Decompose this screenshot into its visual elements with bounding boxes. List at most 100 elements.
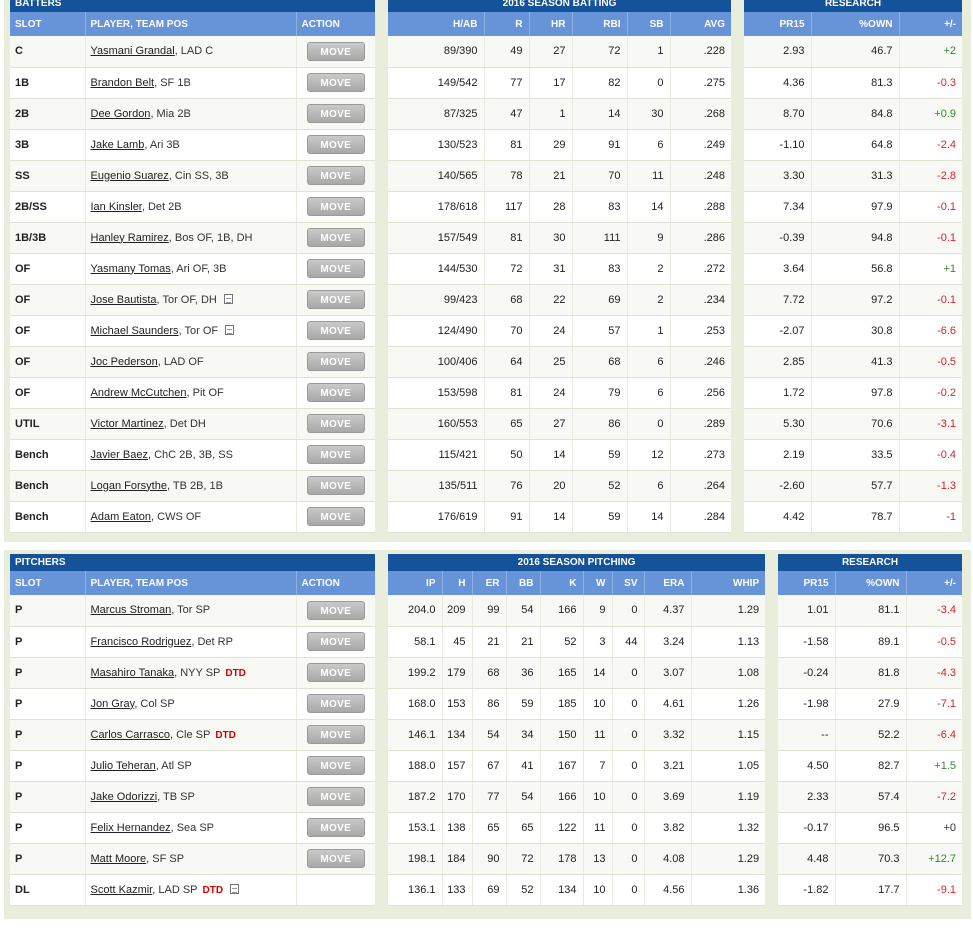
move-button[interactable]: MOVE: [306, 756, 365, 775]
move-button[interactable]: MOVE: [306, 663, 365, 682]
move-button[interactable]: MOVE: [306, 290, 365, 309]
h-ab-cell: 176/619: [388, 501, 485, 533]
player-name-link[interactable]: Joc Pederson: [91, 356, 158, 368]
roster-row: OF Jose Bautista, Tor OF, DH MOVE: [10, 284, 376, 316]
column-header-pr15[interactable]: PR15: [778, 571, 836, 595]
column-header-[interactable]: +/-: [906, 571, 963, 595]
move-button[interactable]: MOVE: [306, 73, 365, 92]
move-button[interactable]: MOVE: [306, 41, 365, 61]
move-button[interactable]: MOVE: [306, 259, 365, 278]
roster-row: 3B Jake Lamb, Ari 3B MOVE: [10, 129, 376, 161]
r-cell: 50: [484, 439, 530, 471]
k-cell: 185: [540, 688, 584, 720]
player-name-link[interactable]: Felix Hernandez: [91, 822, 171, 834]
move-button[interactable]: MOVE: [306, 818, 365, 837]
column-header-pr15[interactable]: PR15: [744, 12, 812, 36]
move-button[interactable]: MOVE: [306, 632, 365, 651]
player-name-link[interactable]: Eugenio Suarez: [91, 170, 169, 182]
move-button[interactable]: MOVE: [306, 787, 365, 806]
player-name-link[interactable]: Yasmani Grandal: [91, 45, 175, 57]
h-cell: 45: [442, 626, 473, 658]
column-header-h[interactable]: H: [442, 571, 473, 595]
player-name-link[interactable]: Julio Teheran: [91, 760, 156, 772]
player-news-icon[interactable]: [230, 883, 240, 894]
player-name-link[interactable]: Ian Kinsler: [91, 201, 142, 213]
column-header-whip[interactable]: WHIP: [691, 571, 766, 595]
player-name-link[interactable]: Brandon Belt: [91, 77, 155, 89]
pr15-cell: -1.82: [778, 874, 836, 906]
column-header-h-ab[interactable]: H/AB: [388, 12, 485, 36]
player-name-link[interactable]: Scott Kazmir: [91, 884, 153, 896]
player-name-link[interactable]: Masahiro Tanaka: [91, 667, 175, 679]
column-header-own[interactable]: %OWN: [835, 571, 907, 595]
column-header-sv[interactable]: SV: [612, 571, 645, 595]
slot-cell: P: [10, 688, 86, 720]
column-header-ip[interactable]: IP: [388, 571, 443, 595]
player-news-icon[interactable]: [223, 293, 233, 304]
move-button[interactable]: MOVE: [306, 694, 365, 713]
player-name-link[interactable]: Jake Lamb: [91, 139, 145, 151]
column-header-r[interactable]: R: [484, 12, 530, 36]
player-name-link[interactable]: Michael Saunders: [91, 325, 179, 337]
player-name-link[interactable]: Yasmany Tomas: [91, 263, 171, 275]
move-button[interactable]: MOVE: [306, 352, 365, 371]
column-header-hr[interactable]: HR: [529, 12, 573, 36]
move-button[interactable]: MOVE: [306, 321, 365, 340]
h-ab-cell: 153/598: [388, 377, 485, 409]
move-button[interactable]: MOVE: [306, 445, 365, 464]
column-header-bb[interactable]: BB: [506, 571, 541, 595]
column-header-er[interactable]: ER: [472, 571, 507, 595]
player-header[interactable]: PLAYER, TEAM POS: [85, 12, 297, 36]
move-button[interactable]: MOVE: [306, 228, 365, 247]
player-name-link[interactable]: Matt Moore: [91, 853, 147, 865]
move-button[interactable]: MOVE: [306, 104, 365, 123]
player-name-link[interactable]: Javier Baez: [91, 449, 148, 461]
move-button[interactable]: MOVE: [306, 849, 365, 868]
player-name-link[interactable]: Marcus Stroman: [91, 604, 172, 616]
bb-cell: 65: [506, 812, 541, 844]
player-header[interactable]: PLAYER, TEAM POS: [85, 571, 297, 595]
player-cell: Julio Teheran, Atl SP: [85, 750, 297, 782]
column-header-sb[interactable]: SB: [627, 12, 671, 36]
player-name-link[interactable]: Adam Eaton: [91, 511, 152, 523]
player-team-pos: , Mia 2B: [150, 107, 191, 120]
player-name-link[interactable]: Dee Gordon: [91, 108, 151, 120]
slot-header[interactable]: SLOT: [10, 571, 86, 595]
player-name-link[interactable]: Jon Gray: [91, 698, 135, 710]
move-button[interactable]: MOVE: [306, 725, 365, 744]
player-name-link[interactable]: Jake Odorizzi: [91, 791, 158, 803]
player-team-pos: , SF SP: [146, 852, 185, 865]
player-name-link[interactable]: Hanley Ramirez: [91, 232, 169, 244]
player-cell: Adam Eaton, CWS OF: [85, 501, 297, 533]
column-header-k[interactable]: K: [540, 571, 584, 595]
player-name-link[interactable]: Francisco Rodriguez: [91, 636, 192, 648]
player-team-pos: , Atl SP: [155, 759, 192, 772]
move-button[interactable]: MOVE: [306, 507, 365, 526]
move-button[interactable]: MOVE: [306, 383, 365, 402]
player-name-link[interactable]: Victor Martinez: [91, 418, 164, 430]
player-name-link[interactable]: Andrew McCutchen: [91, 387, 187, 399]
player-name-link[interactable]: Carlos Carrasco: [91, 729, 170, 741]
move-button[interactable]: MOVE: [306, 414, 365, 433]
action-cell: MOVE: [296, 626, 376, 658]
column-header-rbi[interactable]: RBI: [572, 12, 628, 36]
move-button[interactable]: MOVE: [306, 166, 365, 185]
column-header-[interactable]: +/-: [899, 12, 963, 36]
column-header-era[interactable]: ERA: [644, 571, 692, 595]
player-team-pos: , LAD C: [174, 45, 214, 58]
player-news-icon[interactable]: [225, 324, 235, 335]
column-header-own[interactable]: %OWN: [811, 12, 900, 36]
column-header-avg[interactable]: AVG: [670, 12, 732, 36]
move-button[interactable]: MOVE: [306, 197, 365, 216]
own-cell: 46.7: [811, 36, 900, 68]
slot-header[interactable]: SLOT: [10, 12, 86, 36]
column-header-w[interactable]: W: [583, 571, 613, 595]
move-button[interactable]: MOVE: [306, 135, 365, 154]
player-name-link[interactable]: Jose Bautista: [91, 294, 157, 306]
move-button[interactable]: MOVE: [306, 600, 365, 620]
stats-row: 140/565 78 21 70 11.248: [388, 160, 732, 192]
player-name-link[interactable]: Logan Forsythe: [91, 480, 167, 492]
r-cell: 64: [484, 346, 530, 378]
move-button[interactable]: MOVE: [306, 476, 365, 495]
own-cell: 17.7: [835, 874, 907, 906]
